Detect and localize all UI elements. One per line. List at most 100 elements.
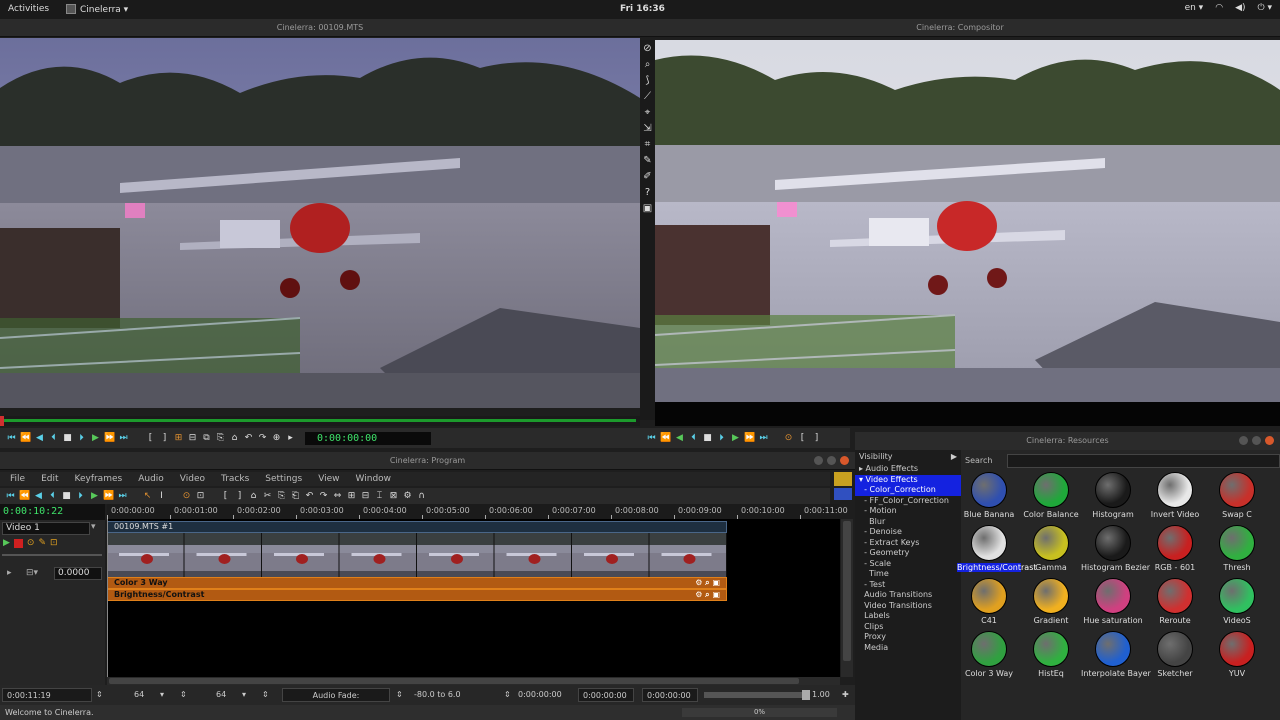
out-point-icon[interactable]: ] <box>159 433 170 444</box>
overwrite-icon[interactable]: ⊟ <box>187 433 198 444</box>
next-label-icon[interactable]: ↷ <box>257 433 268 444</box>
folder-item[interactable]: ▾ Video Effects <box>855 474 961 485</box>
menu-view[interactable]: View <box>318 474 339 484</box>
effect-item[interactable]: C41 <box>957 578 1021 625</box>
duration-field[interactable]: 0:00:11:19 <box>2 688 92 702</box>
compositor-video-frame[interactable] <box>655 40 1280 402</box>
zoom-sample-dropdown-icon[interactable]: ▾ <box>160 688 164 702</box>
stop-icon[interactable]: ■ <box>62 433 73 444</box>
effect-item[interactable]: Hue saturation <box>1081 578 1145 625</box>
folder-item[interactable]: Video Transitions <box>855 601 961 612</box>
folder-item[interactable]: - Test <box>855 580 961 591</box>
label-icon[interactable]: ⌂ <box>229 433 240 444</box>
close-button[interactable] <box>840 456 849 465</box>
frame-back-icon[interactable]: ⏴ <box>48 433 59 444</box>
timeline-canvas[interactable]: 00109.MTS #1 Color 3 Way ⚙ ⌕ ▣ Brightnes… <box>107 519 840 677</box>
zoom-slider-track[interactable] <box>704 692 804 698</box>
copy-icon[interactable]: ⎘ <box>215 433 226 444</box>
folder-item[interactable]: Audio Transitions <box>855 590 961 601</box>
effect-bar-brightness-contrast[interactable]: Brightness/Contrast ⚙ ⌕ ▣ <box>107 589 727 601</box>
comp-frame-back-icon[interactable]: ⏴ <box>688 433 699 444</box>
effect-item[interactable]: HistEq <box>1019 631 1083 678</box>
in-point-icon[interactable]: [ <box>145 433 156 444</box>
prog-fast-reverse-icon[interactable]: ⏪ <box>19 491 30 502</box>
folder-item[interactable]: Blur <box>855 517 961 528</box>
effect-item[interactable]: Thresh <box>1205 525 1269 572</box>
ruler-tool-icon[interactable]: ⟋ <box>641 90 654 103</box>
comp-in-icon[interactable]: [ <box>797 433 808 444</box>
menu-edit[interactable]: Edit <box>41 474 58 484</box>
folder-item[interactable]: - Geometry <box>855 548 961 559</box>
fast-reverse-icon[interactable]: ⏪ <box>20 433 31 444</box>
res-minimize-button[interactable] <box>1239 436 1248 445</box>
fast-forward-icon[interactable]: ⏩ <box>104 433 115 444</box>
effect-item[interactable]: Gradient <box>1019 578 1083 625</box>
effect-item[interactable]: Reroute <box>1143 578 1207 625</box>
gear-icon[interactable]: ⚙ <box>402 491 413 502</box>
split-icon[interactable]: ⌶ <box>374 491 385 502</box>
viewer-playhead[interactable] <box>0 416 4 426</box>
clip-thumbnails[interactable] <box>107 533 727 577</box>
effect-bar-color-3-way[interactable]: Color 3 Way ⚙ ⌕ ▣ <box>107 577 727 589</box>
track-collapse-icon[interactable]: ▾ <box>91 522 103 535</box>
folder-item[interactable]: - FF_Color_Correction <box>855 496 961 507</box>
eyedrop-tool-icon[interactable]: ✎ <box>641 154 654 167</box>
program-title-bar[interactable]: Cinelerra: Program <box>0 452 855 470</box>
auto-keyframe-icon[interactable]: ⊙ <box>181 491 192 502</box>
effect-item[interactable]: Brightness/Contrast <box>957 525 1037 572</box>
menu-keyframes[interactable]: Keyframes <box>75 474 123 484</box>
effect-item[interactable]: RGB - 601 <box>1143 525 1207 572</box>
meter-icon[interactable] <box>834 472 852 486</box>
zoom-slider-handle[interactable] <box>802 690 810 700</box>
timeline-ruler[interactable]: 0:00:00:00 0:00:01:00 0:00:02:00 0:00:03:00… <box>107 504 848 520</box>
visibility-header[interactable]: Visibility ▶ <box>855 450 961 464</box>
prev-label-icon[interactable]: ↶ <box>243 433 254 444</box>
range-spin2-icon[interactable]: ⇕ <box>504 688 511 702</box>
comp-fast-reverse-icon[interactable]: ⏪ <box>660 433 671 444</box>
comp-rewind-start-icon[interactable]: ⏮ <box>646 433 657 444</box>
vertical-scrollbar[interactable] <box>841 519 853 677</box>
magnet-icon[interactable]: ∩ <box>416 491 427 502</box>
prog-frame-forward-icon[interactable]: ⏵ <box>75 491 86 502</box>
redo-icon[interactable]: ↷ <box>318 491 329 502</box>
track-play-toggle-icon[interactable]: ▶ <box>3 538 10 548</box>
effect-controls-icon[interactable]: ⚙ ⌕ ▣ <box>695 578 720 588</box>
fit-icon[interactable]: ⇔ <box>332 491 343 502</box>
zoom-tool-icon[interactable]: ⌕ <box>641 58 654 71</box>
selection-start-field[interactable]: 0:00:00:00 <box>518 688 562 702</box>
menu-video[interactable]: Video <box>180 474 205 484</box>
prog-stop-icon[interactable]: ■ <box>61 491 72 502</box>
track-lock-toggle-icon[interactable]: ⊡ <box>50 538 58 548</box>
comp-record-icon[interactable]: ⊙ <box>783 433 794 444</box>
zoom-amp-field[interactable]: 64 <box>216 688 226 702</box>
folder-item[interactable]: ▸ Audio Effects <box>855 464 961 475</box>
menu-file[interactable]: File <box>10 474 25 484</box>
program-position-timecode[interactable]: 0:00:10:22 <box>0 504 105 520</box>
folder-item[interactable]: - Motion <box>855 506 961 517</box>
effect-item[interactable]: Interpolate Bayer <box>1081 631 1151 678</box>
flag-icon[interactable] <box>834 488 852 500</box>
projector-tool-icon[interactable]: ⇲ <box>641 122 654 135</box>
timeline-cursor[interactable] <box>107 519 108 677</box>
menu-window[interactable]: Window <box>356 474 392 484</box>
range-spin-icon[interactable]: ⇕ <box>396 688 403 702</box>
prog-in-icon[interactable]: [ <box>220 491 231 502</box>
zoom-value-field[interactable]: 1.00 <box>812 688 830 702</box>
visibility-arrow-icon[interactable]: ▶ <box>951 450 957 464</box>
zoom-amp-dropdown-icon[interactable]: ▾ <box>242 688 246 702</box>
paste-icon[interactable]: ⎗ <box>290 491 301 502</box>
undo-icon[interactable]: ↶ <box>304 491 315 502</box>
horizontal-scrollbar[interactable] <box>107 677 840 685</box>
effect-item[interactable]: Histogram Bezier <box>1081 525 1150 572</box>
prog-jump-end-icon[interactable]: ⏭ <box>117 491 128 502</box>
pen-tool-icon[interactable]: ✐ <box>641 170 654 183</box>
crop-tool-icon[interactable]: ⌗ <box>641 138 654 151</box>
effect-item[interactable]: Swap C <box>1205 472 1269 519</box>
folder-item[interactable]: Proxy <box>855 632 961 643</box>
compositor-title-bar[interactable]: Cinelerra: Compositor <box>640 19 1280 37</box>
reverse-icon[interactable]: ◀ <box>34 433 45 444</box>
splice-icon[interactable]: ⊞ <box>173 433 184 444</box>
effect-item[interactable]: Color Balance <box>1019 472 1083 519</box>
viewer-title-bar[interactable]: Cinelerra: 00109.MTS <box>0 19 640 37</box>
jump-end-icon[interactable]: ⏭ <box>118 433 129 444</box>
